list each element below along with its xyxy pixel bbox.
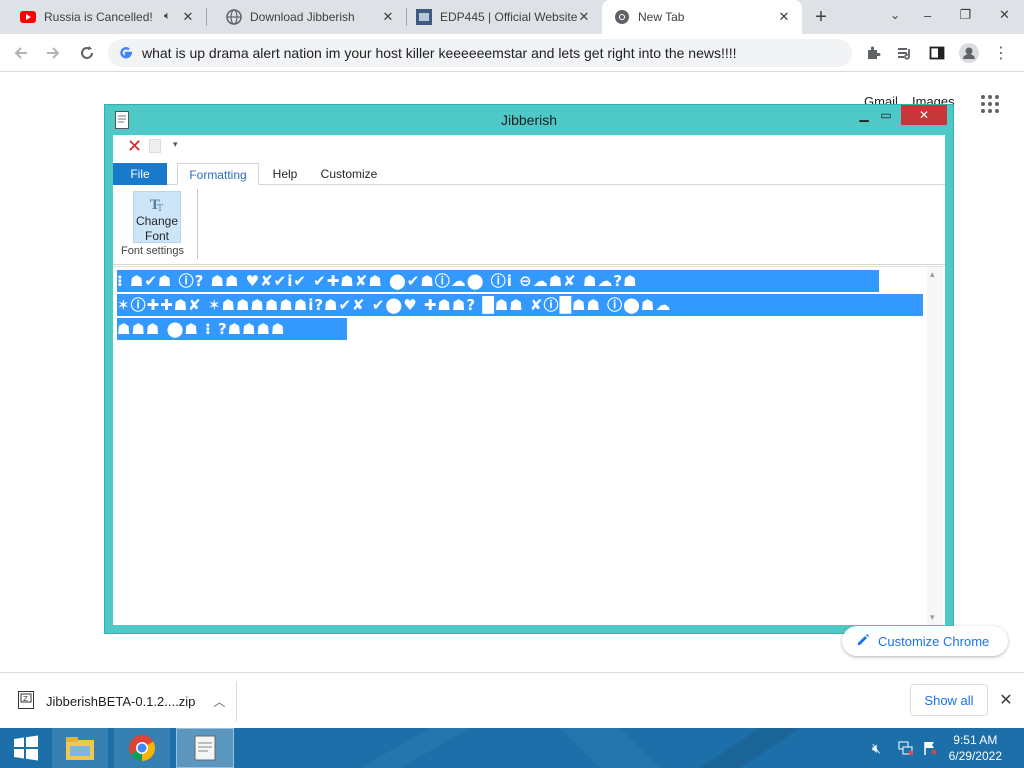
qat-dropdown-icon[interactable]: ▾	[173, 139, 178, 150]
youtube-icon	[20, 9, 36, 25]
tab-title: EDP445 | Official Website	[440, 10, 578, 24]
change-font-label: Change Font	[135, 214, 179, 243]
scroll-down-icon[interactable]: ▾	[930, 612, 935, 623]
restore-icon[interactable]: ❐	[959, 7, 971, 23]
tab-russia-is-cancelled[interactable]: Russia is Cancelled! 🔈︎ ✕	[0, 0, 206, 34]
shelf-divider	[236, 681, 237, 721]
forward-arrow-icon[interactable]	[42, 42, 64, 64]
ribbon-panel: TT Change Font Font settings	[113, 185, 945, 265]
close-icon: ✕	[918, 108, 930, 122]
selected-text-line: ⁝ ☗✔☗ ⓘ? ☗☗ ♥✘✔ⅰ✔ ✔✚☗✘☗ ⬤✔☗ⓘ☁⬤ ⓘⅰ ⊖☁☗✘ ☗…	[117, 270, 879, 292]
pencil-icon	[856, 633, 870, 650]
font-icon: TT	[134, 192, 180, 214]
clock-time: 9:51 AM	[953, 733, 998, 747]
download-filename: JibberishBETA-0.1.2....zip	[46, 693, 196, 709]
customize-chrome-label: Customize Chrome	[878, 633, 990, 649]
browser-tab-strip: Russia is Cancelled! 🔈︎ ✕ Download Jibbe…	[0, 0, 1024, 34]
site-favicon-icon	[416, 9, 432, 25]
clock-date: 6/29/2022	[948, 749, 1002, 763]
customize-chrome-button[interactable]: Customize Chrome	[842, 626, 1008, 656]
jibberish-window: Jibberish ▁ ▭ ✕ ✕ ▾ File Formatting Help…	[104, 104, 954, 634]
close-shelf-icon[interactable]: ✕	[996, 690, 1016, 710]
windows-taskbar: 🔇︎ 9:51 AM 6/29/2022	[0, 728, 1024, 768]
selected-text-line: ✶ⓘ✚✚☗✘ ✶☗☗☗☗☗☗ⅰ?☗✔✘ ✔⬤♥ ✚☗☗? █☗☗ ✘ⓘ█☗☗ ⓘ…	[117, 294, 923, 316]
chrome-menu-icon[interactable]: ⋮	[990, 42, 1012, 64]
download-item[interactable]: Z JibberishBETA-0.1.2....zip ︿	[18, 687, 225, 715]
close-tab-icon[interactable]: ✕	[576, 9, 592, 25]
ribbon-tabs: File Formatting Help Customize	[113, 163, 945, 185]
chevron-up-icon[interactable]: ︿	[213, 693, 225, 710]
side-panel-icon[interactable]	[926, 42, 948, 64]
window-controls: – ❐ ✕	[910, 0, 1024, 30]
window-title: Jibberish	[500, 112, 558, 128]
font-settings-group-label: Font settings	[121, 245, 184, 257]
group-divider	[197, 189, 198, 259]
chrome-icon	[614, 9, 630, 25]
show-all-button[interactable]: Show all	[910, 684, 988, 716]
media-queue-icon[interactable]	[894, 42, 916, 64]
minimize-icon[interactable]: –	[924, 8, 931, 23]
scroll-up-icon[interactable]: ▴	[930, 269, 935, 280]
tab-edp445[interactable]: EDP445 | Official Website ✕	[406, 0, 602, 34]
tab-help[interactable]: Help	[265, 163, 305, 185]
extensions-puzzle-icon[interactable]	[862, 42, 884, 64]
google-apps-grid-icon[interactable]	[980, 94, 1000, 117]
audio-playing-icon[interactable]: 🔈︎	[164, 10, 171, 23]
close-window-button[interactable]: ✕	[901, 105, 947, 125]
tab-customize[interactable]: Customize	[313, 163, 385, 185]
text-editor[interactable]: ⁝ ☗✔☗ ⓘ? ☗☗ ♥✘✔ⅰ✔ ✔✚☗✘☗ ⬤✔☗ⓘ☁⬤ ⓘⅰ ⊖☁☗✘ ☗…	[113, 266, 943, 625]
tab-file[interactable]: File	[113, 163, 167, 185]
reload-icon[interactable]	[76, 42, 98, 64]
selected-text-line: ☗☗☗ ⬤☗ ⁝ ?☗☗☗☗	[117, 318, 347, 340]
download-shelf: Z JibberishBETA-0.1.2....zip ︿ Show all …	[0, 672, 1024, 728]
svg-text:T: T	[157, 204, 163, 213]
tab-new-tab[interactable]: New Tab ✕	[602, 0, 802, 34]
svg-text:Z: Z	[23, 695, 28, 703]
change-font-button[interactable]: TT Change Font	[133, 191, 181, 243]
chrome-taskbar-icon[interactable]	[114, 728, 170, 768]
window-client-area: ✕ ▾ File Formatting Help Customize TT Ch…	[113, 135, 945, 625]
tab-formatting[interactable]: Formatting	[177, 163, 259, 185]
zip-file-icon: Z	[18, 690, 34, 712]
exit-x-icon[interactable]: ✕	[127, 137, 142, 155]
tab-title: Download Jibberish	[250, 10, 355, 24]
quick-access-toolbar: ✕ ▾	[113, 135, 945, 157]
close-tab-icon[interactable]: ✕	[180, 9, 196, 25]
file-explorer-icon[interactable]	[52, 728, 108, 768]
tab-title: New Tab	[638, 10, 685, 24]
address-bar[interactable]: what is up drama alert nation im your ho…	[108, 39, 852, 67]
back-arrow-icon[interactable]	[10, 42, 32, 64]
maximize-icon[interactable]: ▭	[873, 105, 899, 125]
browser-toolbar: what is up drama alert nation im your ho…	[0, 34, 1024, 72]
volume-muted-icon[interactable]: 🔇︎	[872, 740, 881, 757]
start-windows-icon[interactable]	[6, 728, 46, 768]
vertical-scrollbar[interactable]: ▴ ▾	[927, 267, 943, 625]
new-document-icon[interactable]	[149, 139, 161, 153]
google-g-icon	[118, 45, 134, 64]
globe-icon	[226, 9, 242, 25]
tab-search-chevron-icon[interactable]: ⌄	[890, 8, 900, 22]
close-tab-icon[interactable]: ✕	[380, 9, 396, 25]
close-tab-icon[interactable]: ✕	[776, 9, 792, 25]
tab-title: Russia is Cancelled!	[44, 10, 153, 24]
new-tab-button[interactable]: +	[810, 6, 832, 28]
profile-avatar-icon[interactable]	[958, 42, 980, 64]
jibberish-taskbar-icon[interactable]	[176, 728, 234, 768]
close-window-icon[interactable]: ✕	[999, 7, 1010, 23]
tab-download-jibberish[interactable]: Download Jibberish ✕	[206, 0, 406, 34]
action-center-flag-icon[interactable]	[922, 740, 938, 759]
address-text: what is up drama alert nation im your ho…	[142, 45, 737, 61]
network-icon[interactable]	[898, 740, 914, 759]
system-clock[interactable]: 9:51 AM 6/29/2022	[949, 732, 1002, 764]
